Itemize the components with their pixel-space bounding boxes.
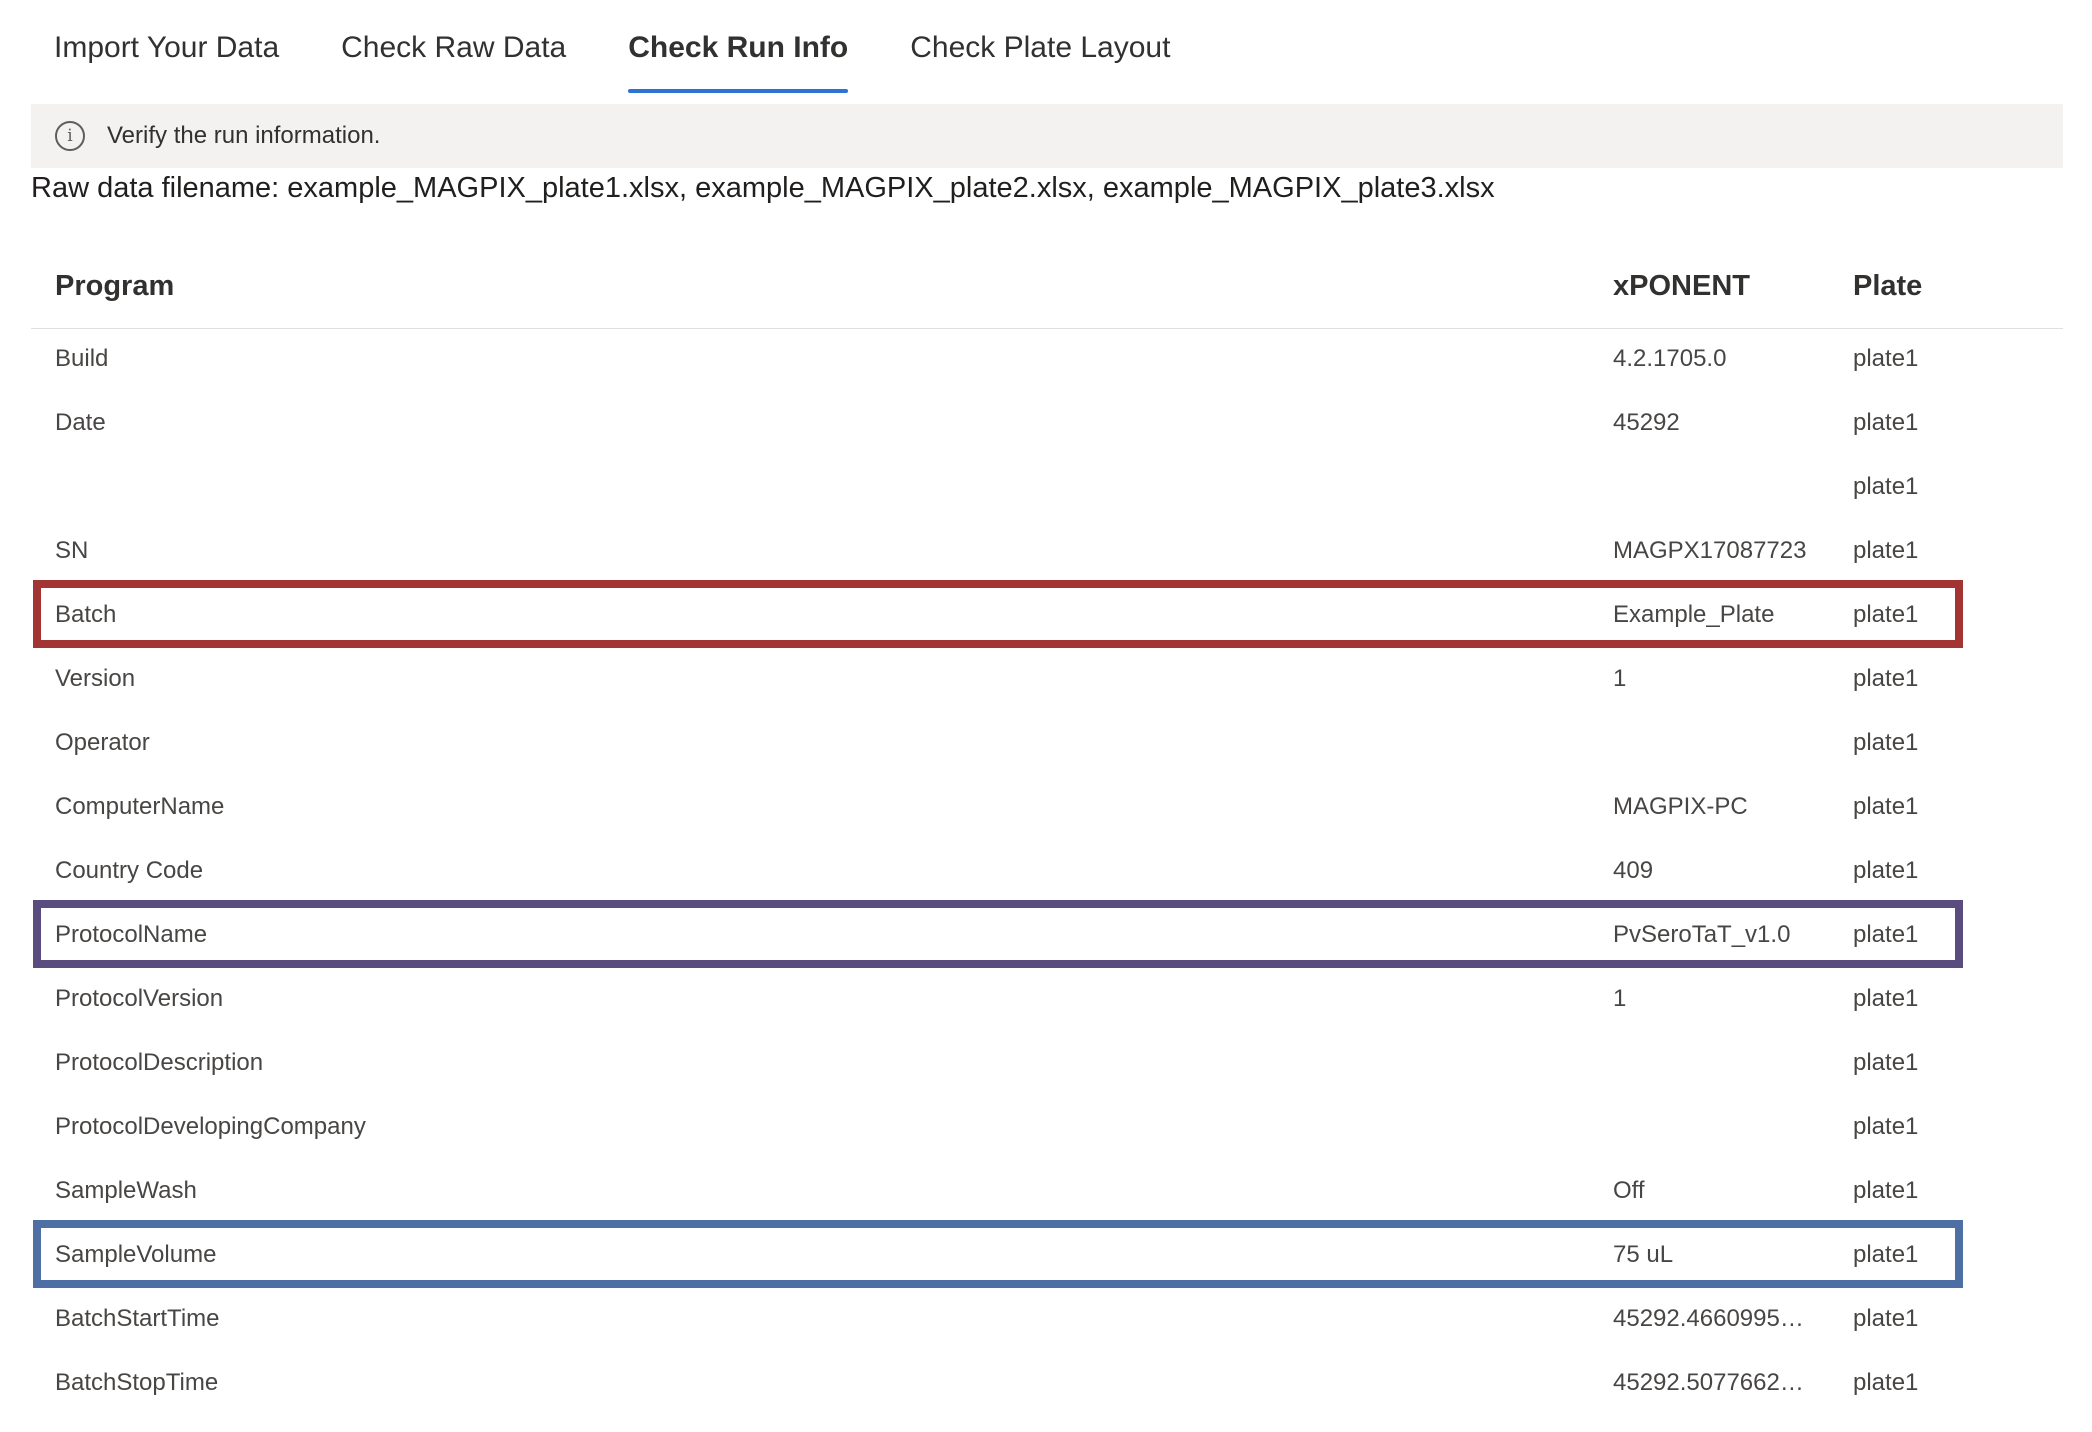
program-cell: Operator [55, 729, 150, 756]
program-cell: ProtocolDevelopingCompany [55, 1113, 366, 1140]
table-row[interactable]: Date 45292 plate1 [31, 392, 2063, 456]
raw-data-filename: Raw data filename: example_MAGPIX_plate1… [31, 172, 1495, 204]
tab-bar: Import Your Data Check Raw Data Check Ru… [30, 0, 1208, 96]
xponent-cell: 409 [1613, 857, 1654, 884]
xponent-cell: 45292 [1613, 409, 1680, 436]
tab-check-plate-layout[interactable]: Check Plate Layout [886, 0, 1194, 96]
table-row[interactable]: BatchStopTime 45292.5077662037 plate1 [31, 1352, 2063, 1416]
xponent-cell: MAGPX17087723 [1613, 537, 1807, 564]
table-row[interactable]: Batch Example_Plate plate1 [31, 584, 2063, 648]
info-message-bar: i Verify the run information. [31, 104, 2063, 168]
table-row[interactable]: SampleVolume 75 uL plate1 [31, 1224, 2063, 1288]
plate-cell: plate1 [1853, 729, 1919, 756]
plate-cell: plate1 [1853, 857, 1919, 884]
program-cell: SampleVolume [55, 1241, 217, 1268]
table-header: Program xPONENT Plate [31, 248, 2063, 329]
plate-cell: plate1 [1853, 1113, 1919, 1140]
plate-cell: plate1 [1853, 537, 1919, 564]
plate-cell: plate1 [1853, 1177, 1919, 1204]
plate-cell: plate1 [1853, 345, 1919, 372]
table-row[interactable]: plate1 [31, 456, 2063, 520]
plate-cell: plate1 [1853, 473, 1919, 500]
program-cell: SampleWash [55, 1177, 197, 1204]
xponent-cell: 45292.5077662037 [1613, 1369, 1813, 1396]
plate-cell: plate1 [1853, 1049, 1919, 1076]
plate-cell: plate1 [1853, 985, 1919, 1012]
xponent-cell: 1 [1613, 985, 1627, 1012]
program-cell: BatchStartTime [55, 1305, 220, 1332]
info-icon: i [55, 121, 85, 151]
tab-import-your-data[interactable]: Import Your Data [30, 0, 303, 96]
table-row[interactable]: Operator plate1 [31, 712, 2063, 776]
table-row[interactable]: ProtocolName PvSeroTaT_v1.0 plate1 [31, 904, 2063, 968]
table-row[interactable]: Build 4.2.1705.0 plate1 [31, 328, 2063, 392]
tab-check-run-info[interactable]: Check Run Info [604, 0, 872, 96]
program-cell: Version [55, 665, 136, 692]
xponent-cell: 45292.46609953... [1613, 1305, 1813, 1332]
table-row[interactable]: ProtocolVersion 1 plate1 [31, 968, 2063, 1032]
xponent-cell: Example_Plate [1613, 601, 1775, 628]
program-cell: Batch [55, 601, 117, 628]
plate-cell: plate1 [1853, 921, 1919, 948]
program-cell: ProtocolName [55, 921, 208, 948]
xponent-cell: 1 [1613, 665, 1627, 692]
plate-cell: plate1 [1853, 409, 1919, 436]
plate-cell: plate1 [1853, 793, 1919, 820]
column-header-program[interactable]: Program [55, 270, 1555, 303]
program-cell: Build [55, 345, 109, 372]
run-info-table-body: Build 4.2.1705.0 plate1 Date 45292 plate… [31, 328, 2063, 1416]
xponent-cell: 75 uL [1613, 1241, 1674, 1268]
plate-cell: plate1 [1853, 1369, 1919, 1396]
table-row[interactable]: ComputerName MAGPIX-PC plate1 [31, 776, 2063, 840]
table-row[interactable]: ProtocolDevelopingCompany plate1 [31, 1096, 2063, 1160]
xponent-cell: 4.2.1705.0 [1613, 345, 1727, 372]
table-row[interactable]: ProtocolDescription plate1 [31, 1032, 2063, 1096]
plate-cell: plate1 [1853, 665, 1919, 692]
info-message-text: Verify the run information. [107, 122, 381, 149]
column-header-xponent[interactable]: xPONENT [1613, 270, 1813, 303]
xponent-cell: Off [1613, 1177, 1645, 1204]
tab-check-raw-data[interactable]: Check Raw Data [317, 0, 590, 96]
table-row[interactable]: SampleWash Off plate1 [31, 1160, 2063, 1224]
program-cell: BatchStopTime [55, 1369, 219, 1396]
table-row[interactable]: Version 1 plate1 [31, 648, 2063, 712]
table-row[interactable]: SN MAGPX17087723 plate1 [31, 520, 2063, 584]
column-header-plate[interactable]: Plate [1853, 270, 2013, 303]
program-cell: ProtocolVersion [55, 985, 224, 1012]
program-cell: ComputerName [55, 793, 225, 820]
plate-cell: plate1 [1853, 1241, 1919, 1268]
table-row[interactable]: Country Code 409 plate1 [31, 840, 2063, 904]
program-cell: ProtocolDescription [55, 1049, 264, 1076]
program-cell: Country Code [55, 857, 204, 884]
program-cell: SN [55, 537, 89, 564]
table-row[interactable]: BatchStartTime 45292.46609953... plate1 [31, 1288, 2063, 1352]
plate-cell: plate1 [1853, 601, 1919, 628]
plate-cell: plate1 [1853, 1305, 1919, 1332]
program-cell: Date [55, 409, 106, 436]
xponent-cell: MAGPIX-PC [1613, 793, 1748, 820]
xponent-cell: PvSeroTaT_v1.0 [1613, 921, 1791, 948]
